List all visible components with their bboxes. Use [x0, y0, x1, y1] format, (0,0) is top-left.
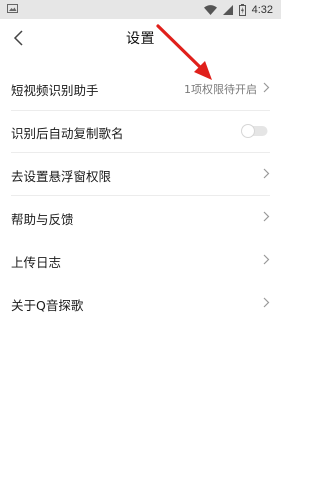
header: 设置 [0, 19, 281, 59]
settings-item-label: 帮助与反馈 [11, 212, 74, 227]
settings-item-label: 上传日志 [11, 255, 62, 270]
page-title: 设置 [126, 31, 155, 47]
chevron-right-icon [263, 168, 270, 179]
settings-item-label: 短视频识别助手 [11, 83, 99, 98]
settings-item-video-assistant[interactable]: 短视频识别助手 1项权限待开启 [0, 67, 281, 109]
settings-item-label: 识别后自动复制歌名 [11, 126, 124, 141]
settings-item-help-feedback[interactable]: 帮助与反馈 [0, 196, 281, 238]
permission-status-text: 1项权限待开启 [184, 83, 257, 96]
settings-item-label: 关于Q音探歌 [11, 298, 84, 313]
settings-item-float-window[interactable]: 去设置悬浮窗权限 [0, 153, 281, 195]
settings-item-upload-log[interactable]: 上传日志 [0, 239, 281, 281]
settings-item-auto-copy: 识别后自动复制歌名 [0, 110, 281, 152]
battery-icon [238, 3, 246, 16]
chevron-right-icon [263, 211, 270, 222]
signal-icon [222, 4, 233, 15]
settings-item-about[interactable]: 关于Q音探歌 [0, 282, 281, 324]
image-icon [7, 4, 18, 13]
status-bar: 4:32 [0, 0, 281, 19]
chevron-right-icon [263, 254, 270, 265]
chevron-right-icon [263, 297, 270, 308]
settings-item-label: 去设置悬浮窗权限 [11, 169, 112, 184]
status-time: 4:32 [251, 3, 273, 16]
auto-copy-toggle[interactable] [241, 124, 268, 138]
wifi-icon [203, 4, 217, 15]
chevron-right-icon [263, 82, 270, 93]
